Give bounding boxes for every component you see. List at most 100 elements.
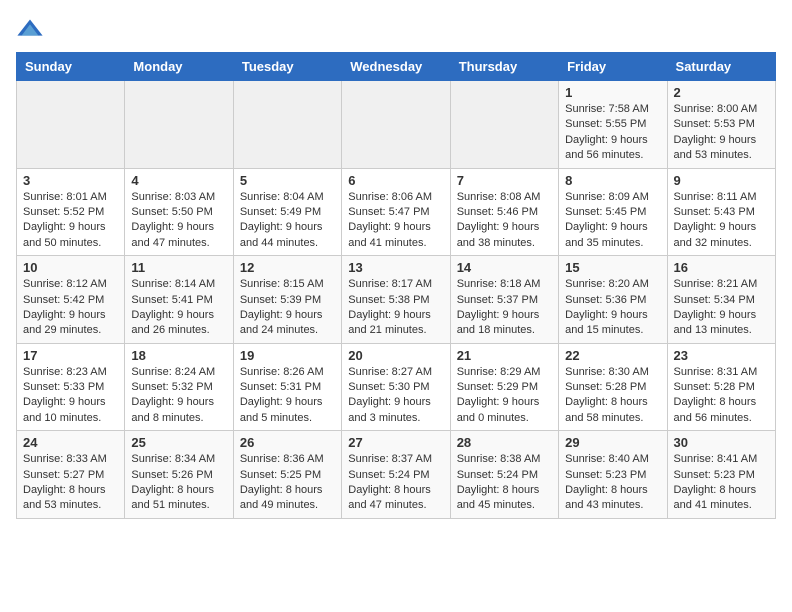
day-info: Sunrise: 8:11 AMSunset: 5:43 PMDaylight:… (674, 190, 769, 252)
day-number: 5 (240, 173, 335, 188)
calendar-cell: 2Sunrise: 8:00 AMSunset: 5:53 PMDaylight… (667, 81, 775, 169)
day-number: 22 (565, 348, 660, 363)
day-info: Sunrise: 8:40 AMSunset: 5:23 PMDaylight:… (565, 452, 660, 514)
calendar-cell: 3 Sunrise: 8:01 AMSunset: 5:52 PMDaylight… (17, 168, 125, 256)
weekday-header: Friday (559, 53, 667, 81)
calendar-week-row: 3 Sunrise: 8:01 AMSunset: 5:52 PMDaylight… (17, 168, 776, 256)
day-number: 13 (348, 260, 443, 275)
day-number: 21 (457, 348, 552, 363)
calendar-cell: 4 Sunrise: 8:03 AMSunset: 5:50 PMDaylight… (125, 168, 233, 256)
calendar-cell: 10 Sunrise: 8:12 AMSunset: 5:42 PMDayligh… (17, 256, 125, 344)
day-number: 18 (131, 348, 226, 363)
weekday-header: Saturday (667, 53, 775, 81)
weekday-row: SundayMondayTuesdayWednesdayThursdayFrid… (17, 53, 776, 81)
day-info: Sunrise: 8:23 AMSunset: 5:33 PMDaylight:… (23, 365, 118, 427)
calendar-cell: 13 Sunrise: 8:17 AMSunset: 5:38 PMDayligh… (342, 256, 450, 344)
calendar-cell: 15 Sunrise: 8:20 AMSunset: 5:36 PMDayligh… (559, 256, 667, 344)
calendar-cell: 22 Sunrise: 8:30 AMSunset: 5:28 PMDayligh… (559, 343, 667, 431)
calendar-header: SundayMondayTuesdayWednesdayThursdayFrid… (17, 53, 776, 81)
day-info: Sunrise: 8:18 AMSunset: 5:37 PMDaylight:… (457, 277, 552, 339)
day-number: 28 (457, 435, 552, 450)
day-info: Sunrise: 8:12 AMSunset: 5:42 PMDaylight:… (23, 277, 118, 339)
day-info: Sunrise: 8:34 AMSunset: 5:26 PMDaylight:… (131, 452, 226, 514)
day-number: 29 (565, 435, 660, 450)
calendar-cell: 5 Sunrise: 8:04 AMSunset: 5:49 PMDaylight… (233, 168, 341, 256)
calendar-cell: 30Sunrise: 8:41 AMSunset: 5:23 PMDayligh… (667, 431, 775, 519)
day-info: Sunrise: 8:33 AMSunset: 5:27 PMDaylight:… (23, 452, 118, 514)
calendar-cell: 18 Sunrise: 8:24 AMSunset: 5:32 PMDayligh… (125, 343, 233, 431)
day-info: Sunrise: 8:20 AMSunset: 5:36 PMDaylight:… (565, 277, 660, 339)
day-info: Sunrise: 8:24 AMSunset: 5:32 PMDaylight:… (131, 365, 226, 427)
weekday-header: Tuesday (233, 53, 341, 81)
day-number: 2 (674, 85, 769, 100)
day-info: Sunrise: 8:03 AMSunset: 5:50 PMDaylight:… (131, 190, 226, 252)
day-info: Sunrise: 8:21 AMSunset: 5:34 PMDaylight:… (674, 277, 769, 339)
calendar-cell: 11Sunrise: 8:14 AMSunset: 5:41 PMDayligh… (125, 256, 233, 344)
day-number: 9 (674, 173, 769, 188)
day-number: 25 (131, 435, 226, 450)
day-number: 8 (565, 173, 660, 188)
weekday-header: Wednesday (342, 53, 450, 81)
day-info: Sunrise: 8:27 AMSunset: 5:30 PMDaylight:… (348, 365, 443, 427)
calendar-week-row: 24 Sunrise: 8:33 AMSunset: 5:27 PMDayligh… (17, 431, 776, 519)
calendar-week-row: 10 Sunrise: 8:12 AMSunset: 5:42 PMDayligh… (17, 256, 776, 344)
day-info: Sunrise: 8:17 AMSunset: 5:38 PMDaylight:… (348, 277, 443, 339)
day-info: Sunrise: 8:26 AMSunset: 5:31 PMDaylight:… (240, 365, 335, 427)
calendar-cell (342, 81, 450, 169)
calendar-cell: 12 Sunrise: 8:15 AMSunset: 5:39 PMDayligh… (233, 256, 341, 344)
day-info: Sunrise: 7:58 AMSunset: 5:55 PMDaylight:… (565, 102, 660, 164)
calendar-body: 1Sunrise: 7:58 AMSunset: 5:55 PMDaylight… (17, 81, 776, 519)
day-number: 4 (131, 173, 226, 188)
calendar-cell: 19 Sunrise: 8:26 AMSunset: 5:31 PMDayligh… (233, 343, 341, 431)
day-number: 24 (23, 435, 118, 450)
calendar-cell (450, 81, 558, 169)
weekday-header: Monday (125, 53, 233, 81)
calendar-cell: 7Sunrise: 8:08 AMSunset: 5:46 PMDaylight… (450, 168, 558, 256)
calendar-cell: 25 Sunrise: 8:34 AMSunset: 5:26 PMDayligh… (125, 431, 233, 519)
calendar-week-row: 1Sunrise: 7:58 AMSunset: 5:55 PMDaylight… (17, 81, 776, 169)
calendar-week-row: 17 Sunrise: 8:23 AMSunset: 5:33 PMDayligh… (17, 343, 776, 431)
calendar-cell: 21 Sunrise: 8:29 AMSunset: 5:29 PMDayligh… (450, 343, 558, 431)
day-number: 17 (23, 348, 118, 363)
day-number: 27 (348, 435, 443, 450)
weekday-header: Sunday (17, 53, 125, 81)
day-info: Sunrise: 8:29 AMSunset: 5:29 PMDaylight:… (457, 365, 552, 427)
calendar-cell: 16 Sunrise: 8:21 AMSunset: 5:34 PMDayligh… (667, 256, 775, 344)
day-number: 6 (348, 173, 443, 188)
day-number: 12 (240, 260, 335, 275)
calendar-cell: 29 Sunrise: 8:40 AMSunset: 5:23 PMDayligh… (559, 431, 667, 519)
calendar-cell: 20 Sunrise: 8:27 AMSunset: 5:30 PMDayligh… (342, 343, 450, 431)
day-info: Sunrise: 8:36 AMSunset: 5:25 PMDaylight:… (240, 452, 335, 514)
day-info: Sunrise: 8:01 AMSunset: 5:52 PMDaylight:… (23, 190, 118, 252)
calendar-cell: 14Sunrise: 8:18 AMSunset: 5:37 PMDayligh… (450, 256, 558, 344)
weekday-header: Thursday (450, 53, 558, 81)
page-header (16, 16, 776, 44)
day-number: 15 (565, 260, 660, 275)
logo-icon (16, 16, 44, 44)
calendar-table: SundayMondayTuesdayWednesdayThursdayFrid… (16, 52, 776, 519)
day-info: Sunrise: 8:04 AMSunset: 5:49 PMDaylight:… (240, 190, 335, 252)
calendar-cell: 24 Sunrise: 8:33 AMSunset: 5:27 PMDayligh… (17, 431, 125, 519)
logo (16, 16, 48, 44)
day-info: Sunrise: 8:38 AMSunset: 5:24 PMDaylight:… (457, 452, 552, 514)
calendar-cell: 6Sunrise: 8:06 AMSunset: 5:47 PMDaylight… (342, 168, 450, 256)
calendar-cell: 23 Sunrise: 8:31 AMSunset: 5:28 PMDayligh… (667, 343, 775, 431)
day-number: 10 (23, 260, 118, 275)
day-info: Sunrise: 8:31 AMSunset: 5:28 PMDaylight:… (674, 365, 769, 427)
day-info: Sunrise: 8:41 AMSunset: 5:23 PMDaylight:… (674, 452, 769, 514)
day-number: 23 (674, 348, 769, 363)
day-info: Sunrise: 8:37 AMSunset: 5:24 PMDaylight:… (348, 452, 443, 514)
day-number: 26 (240, 435, 335, 450)
day-info: Sunrise: 8:15 AMSunset: 5:39 PMDaylight:… (240, 277, 335, 339)
calendar-cell: 9 Sunrise: 8:11 AMSunset: 5:43 PMDaylight… (667, 168, 775, 256)
day-number: 11 (131, 260, 226, 275)
day-number: 16 (674, 260, 769, 275)
day-number: 20 (348, 348, 443, 363)
day-number: 3 (23, 173, 118, 188)
calendar-cell: 1Sunrise: 7:58 AMSunset: 5:55 PMDaylight… (559, 81, 667, 169)
day-number: 19 (240, 348, 335, 363)
calendar-cell: 8Sunrise: 8:09 AMSunset: 5:45 PMDaylight… (559, 168, 667, 256)
day-info: Sunrise: 8:30 AMSunset: 5:28 PMDaylight:… (565, 365, 660, 427)
calendar-cell (125, 81, 233, 169)
day-number: 7 (457, 173, 552, 188)
